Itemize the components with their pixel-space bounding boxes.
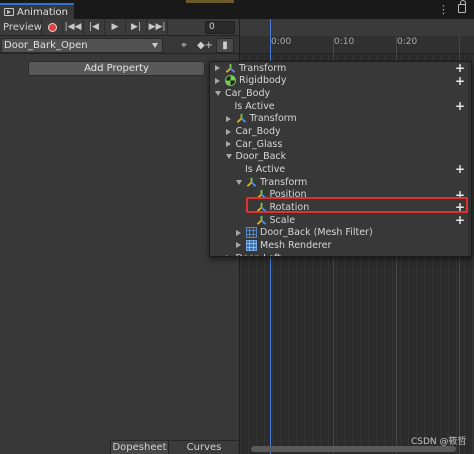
ruler-label: 0:20 [397,37,418,47]
mesh-filter-icon [246,227,257,239]
event-icon: ▮ [222,40,228,51]
skip-last-icon: ▶▶| [148,22,166,32]
animation-window-icon [4,8,14,16]
property-item-label: Car_Glass [235,138,283,150]
clip-selector[interactable]: Door_Bark_Open [1,38,163,53]
property-item[interactable]: Transform [210,176,471,189]
clip-bar: Door_Bark_Open ⌖ ◆+ ▮ [0,37,239,54]
property-item[interactable]: Door_Back (Mesh Filter) [210,226,471,239]
filter-by-selection-button[interactable]: ⌖ [174,38,194,53]
clip-selector-value: Door_Bark_Open [4,40,88,51]
property-item[interactable]: Mesh Renderer [210,239,471,252]
property-item-label: Door_Left [236,253,281,256]
add-keyframe-button[interactable]: ◆+ [195,38,215,53]
timeline-header [240,19,474,36]
property-item-label: Rigidbody [239,75,287,87]
expand-right-icon[interactable] [236,229,241,236]
animation-tab-label: Animation [17,6,68,18]
expand-down-icon[interactable] [236,179,242,185]
property-item[interactable]: Transform [210,113,471,126]
rigidbody-icon [225,75,236,87]
property-item[interactable]: Scale + [210,213,471,227]
last-keyframe-button[interactable]: ▶▶| [147,18,168,36]
expand-right-icon[interactable] [236,242,241,249]
property-item-label: Car_Body [235,126,281,138]
property-item-label: Scale [269,214,296,226]
property-item[interactable]: Door_Back [210,151,471,164]
playback-toolbar: Preview |◀◀ |◀ ▶ ▶| ▶▶| 0 [0,18,239,36]
ruler-label: 0:00 [271,37,292,47]
add-property-button[interactable]: Add Property [28,61,205,76]
previous-icon: |◀ [89,22,99,32]
add-property-plus-icon[interactable]: + [455,74,465,88]
property-item-label: Transform [249,113,297,125]
add-property-plus-icon[interactable]: + [455,213,465,227]
view-mode-tabs: Dopesheet Curves [0,440,239,454]
property-item-label: Door_Back (Mesh Filter) [260,227,373,239]
preview-button[interactable]: Preview [0,18,42,36]
ruler-label: 0:10 [334,37,355,47]
property-item[interactable]: Rigidbody + [210,74,471,88]
transform-icon [225,63,236,74]
transform-icon [246,177,257,188]
property-item-label: Mesh Renderer [260,239,332,251]
tab-dopesheet[interactable]: Dopesheet [110,440,169,454]
frame-input[interactable]: 0 [205,21,235,34]
add-property-plus-icon[interactable]: + [455,162,465,176]
mesh-renderer-icon [246,239,257,251]
expand-right-icon[interactable] [225,115,231,122]
animation-controls-panel: Preview |◀◀ |◀ ▶ ▶| ▶▶| 0 Door_Bark_Open… [0,18,239,454]
property-item-label: Car_Body [225,88,271,100]
add-property-dropdown: Transform + Rigidbody + Car_Body Is Active + Tr… [209,61,472,257]
record-icon [47,22,57,32]
expand-right-icon[interactable] [225,128,231,135]
skip-first-icon: |◀◀ [64,22,82,32]
expand-right-icon[interactable] [225,255,231,256]
transform-icon [256,215,267,226]
chevron-down-icon [152,43,158,48]
timeline-ruler[interactable]: 0:00 0:10 0:20 [240,36,474,54]
property-item[interactable]: Is Active + [210,99,471,113]
add-event-button[interactable]: ▮ [216,38,234,53]
lock-icon[interactable] [458,0,466,13]
play-icon: ▶ [111,22,119,32]
watermark: CSDN @筱哲 [411,437,467,447]
expand-right-icon[interactable] [215,65,220,72]
rotation-highlight-box [246,197,468,213]
first-keyframe-button[interactable]: |◀◀ [63,18,84,36]
property-item[interactable]: Car_Body [210,125,471,138]
expand-down-icon[interactable] [215,91,221,97]
play-button[interactable]: ▶ [105,18,126,36]
transform-icon [236,113,247,124]
animation-tab[interactable]: Animation [0,3,74,19]
window-tab-bar: Animation ⋮ [0,0,474,19]
tab-curves[interactable]: Curves [170,440,238,454]
expand-right-icon[interactable] [225,141,231,148]
scene-view-edge [186,0,234,3]
keyframe-add-icon: ◆+ [196,40,214,51]
next-keyframe-button[interactable]: ▶| [126,18,147,36]
next-icon: ▶| [131,22,141,32]
crosshair-icon: ⌖ [181,40,187,51]
previous-keyframe-button[interactable]: |◀ [84,18,105,36]
property-item[interactable]: Transform + [210,62,471,75]
property-item-label: Door_Back [235,151,287,163]
property-item-label: Is Active [245,163,286,175]
expand-right-icon[interactable] [215,77,220,84]
window-menu-icon[interactable]: ⋮ [438,3,449,16]
property-item-label: Transform [260,176,308,188]
add-property-plus-icon[interactable]: + [455,99,465,113]
record-button[interactable] [42,18,63,36]
property-item[interactable]: Door_Left [210,252,471,256]
property-item-label: Transform [239,62,287,74]
expand-down-icon[interactable] [225,154,232,160]
property-item[interactable]: Car_Body [210,87,471,100]
property-item[interactable]: Car_Glass [210,138,471,151]
property-item-label: Is Active [234,100,275,112]
property-item[interactable]: Is Active + [210,162,471,176]
